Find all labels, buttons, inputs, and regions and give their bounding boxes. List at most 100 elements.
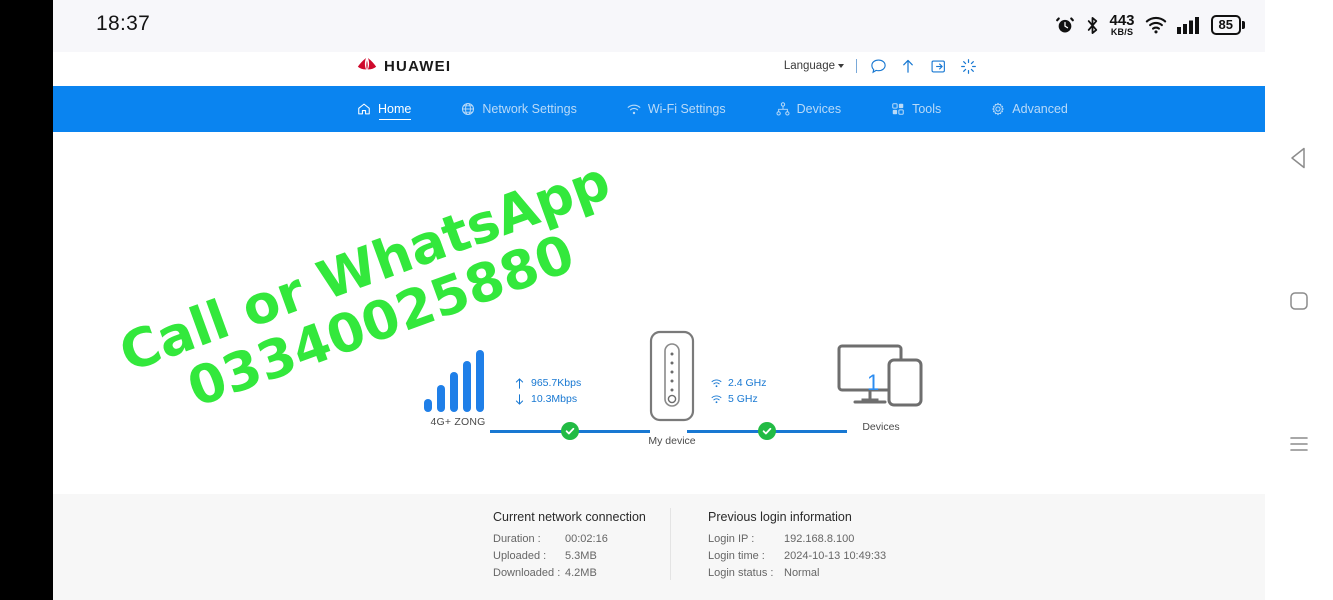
arrow-up-icon [514, 377, 525, 389]
home-icon [357, 102, 371, 116]
footer-divider [670, 508, 671, 580]
wifi-link-line [687, 422, 847, 440]
devices-count: 1 [867, 370, 880, 395]
current-connection-row: Duration : 00:02:16 [493, 531, 646, 548]
signal-bar [424, 399, 432, 412]
nav-item-advanced[interactable]: Advanced [991, 86, 1068, 132]
back-icon[interactable] [1265, 143, 1333, 173]
uploaded-key: Uploaded : [493, 550, 547, 562]
chat-bubble-icon[interactable] [869, 57, 887, 75]
restart-icon[interactable] [959, 57, 977, 75]
download-speed-row: 10.3Mbps [514, 392, 577, 406]
main-navigation: Home Network Settings Wi-Fi Settings Dev… [53, 86, 1265, 132]
login-ip-key: Login IP : [708, 533, 755, 545]
nav-label-home: Home [378, 102, 412, 116]
signal-bar [437, 385, 445, 412]
current-connection-row: Downloaded : 4.2MB [493, 565, 646, 582]
wan-speeds: 965.7Kbps 10.3Mbps [490, 376, 650, 406]
upload-speed-row: 965.7Kbps [514, 376, 581, 390]
upload-arrow-icon[interactable] [899, 57, 917, 75]
duration-value: 00:02:16 [565, 533, 608, 545]
network-speed-indicator: 443 KB/S [1109, 12, 1135, 37]
header-actions: Language [784, 57, 977, 75]
globe-icon [461, 102, 475, 116]
wifi-band-24-label: 2.4 GHz [728, 377, 767, 389]
current-connection-panel: Current network connection Duration : 00… [493, 510, 646, 582]
nav-label-devices: Devices [796, 102, 842, 116]
page-footer: Current network connection Duration : 00… [53, 494, 1265, 600]
battery-nub [1242, 20, 1245, 29]
login-time-key: Login time : [708, 550, 765, 562]
previous-login-row: Login status : Normal [708, 565, 886, 582]
grid-icon [891, 102, 905, 116]
monitor-phone-icon [833, 344, 929, 416]
wifi-icon [627, 102, 641, 116]
login-status-key: Login status : [708, 567, 774, 579]
screenshot-root: 18:37 443 KB/S 85 HUAWEI Language Home N… [0, 0, 1333, 600]
uploaded-value: 5.3MB [565, 550, 597, 562]
login-ip-value: 192.168.8.100 [784, 533, 855, 545]
nav-item-devices[interactable]: Devices [776, 86, 841, 132]
wifi-band-5-row: 5 GHz [711, 392, 758, 406]
browser-viewport: 18:37 443 KB/S 85 HUAWEI Language Home N… [53, 0, 1265, 600]
nav-label-advanced: Advanced [1012, 102, 1068, 116]
status-clock: 18:37 [96, 12, 151, 35]
current-connection-row: Uploaded : 5.3MB [493, 548, 646, 565]
previous-login-panel: Previous login information Login IP : 19… [708, 510, 886, 582]
language-selector[interactable]: Language [784, 60, 844, 72]
wifi-band-24-row: 2.4 GHz [711, 376, 767, 390]
recents-icon[interactable] [1265, 429, 1333, 459]
battery-indicator: 85 [1210, 14, 1245, 36]
bluetooth-icon [1085, 16, 1100, 35]
signal-bar [463, 361, 471, 412]
previous-login-title: Previous login information [708, 510, 852, 524]
current-connection-title: Current network connection [493, 510, 646, 524]
download-speed-value: 10.3Mbps [531, 393, 578, 405]
previous-login-row: Login time : 2024-10-13 10:49:33 [708, 548, 886, 565]
nav-label-tools: Tools [912, 102, 942, 116]
devices-tree-icon [776, 102, 790, 116]
android-navigation-bar [1265, 0, 1333, 600]
nav-item-tools[interactable]: Tools [891, 86, 941, 132]
devices-widget[interactable]: 1 Devices [833, 342, 929, 433]
arrow-down-icon [514, 393, 525, 405]
signal-bar [476, 350, 484, 412]
wan-link-line [490, 422, 650, 440]
nav-item-home[interactable]: Home [357, 86, 412, 132]
devices-label: Devices [862, 421, 900, 433]
huawei-logo: HUAWEI [356, 56, 451, 77]
login-status-value: Normal [784, 567, 820, 579]
nav-label-wifi-settings: Wi-Fi Settings [647, 102, 726, 116]
downloaded-key: Downloaded : [493, 567, 561, 579]
signal-bar [450, 372, 458, 412]
nav-label-network-settings: Network Settings [482, 102, 577, 116]
battery-level: 85 [1210, 14, 1241, 36]
wifi-icon [711, 394, 722, 405]
language-label: Language [783, 60, 835, 72]
page-header: HUAWEI Language [53, 52, 1265, 86]
home-square-icon[interactable] [1265, 286, 1333, 316]
alarm-clock-icon [1055, 15, 1075, 35]
wifi-icon [1145, 16, 1167, 34]
nav-item-wifi-settings[interactable]: Wi-Fi Settings [627, 86, 726, 132]
nav-active-underline [379, 118, 412, 120]
duration-key: Duration : [493, 533, 541, 545]
android-status-bar: 18:37 443 KB/S 85 [53, 0, 1265, 52]
check-circle-icon [561, 422, 579, 440]
huawei-flower-icon [356, 56, 378, 77]
wifi-bands: 2.4 GHz 5 GHz [687, 376, 847, 406]
header-divider [856, 59, 857, 73]
status-icons: 443 KB/S 85 [1055, 8, 1245, 42]
gear-icon [991, 102, 1005, 116]
logout-icon[interactable] [929, 57, 947, 75]
upload-speed-value: 965.7Kbps [531, 377, 582, 389]
home-topology: 4G+ ZONG 965.7Kbps 10.3Mbps My device 2.… [53, 132, 1265, 600]
chevron-down-icon [838, 64, 844, 68]
cellular-signal-icon [1176, 16, 1201, 34]
wifi-band-5-label: 5 GHz [728, 393, 758, 405]
login-time-value: 2024-10-13 10:49:33 [784, 550, 887, 562]
check-circle-icon [758, 422, 776, 440]
nav-item-network-settings[interactable]: Network Settings [461, 86, 577, 132]
wifi-link: 2.4 GHz 5 GHz [687, 376, 847, 440]
wifi-icon [711, 378, 722, 389]
